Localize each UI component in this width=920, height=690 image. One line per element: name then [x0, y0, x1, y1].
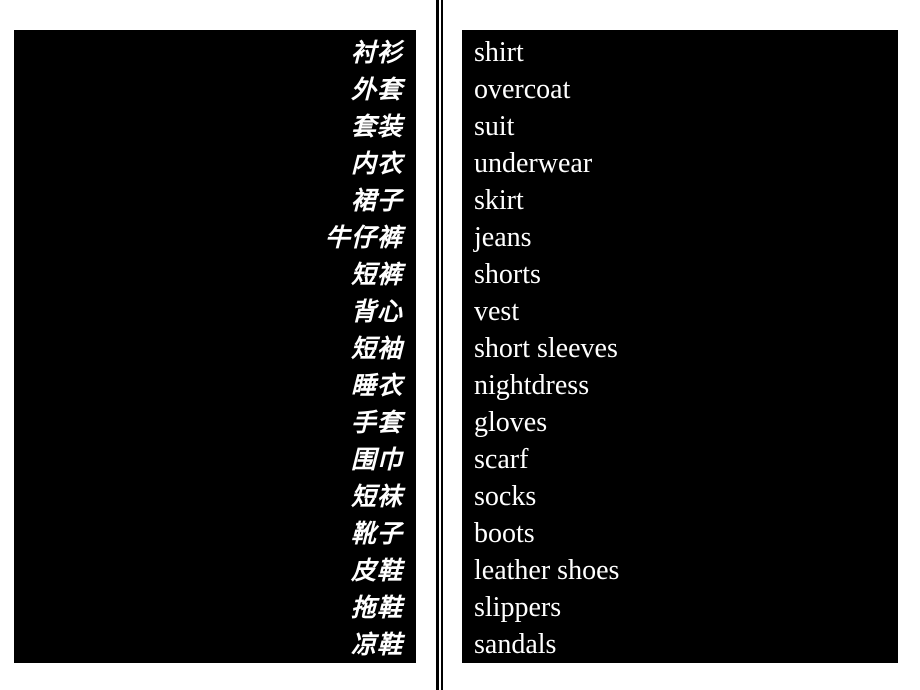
chinese-word-row: 短袖 — [350, 334, 403, 363]
chinese-word-row: 凉鞋 — [350, 630, 403, 659]
chinese-word-row: 裙子 — [350, 186, 403, 215]
chinese-word-row: 皮鞋 — [350, 556, 403, 585]
chinese-word-row: 套装 — [350, 112, 403, 141]
chinese-word-row: 内衣 — [350, 149, 403, 178]
chinese-word-row: 牛仔裤 — [324, 223, 403, 252]
chinese-word-row: 短裤 — [350, 260, 403, 289]
vocabulary-pair-view: 衬衫外套套装内衣裙子牛仔裤短裤背心短袖睡衣手套围巾短袜靴子皮鞋拖鞋凉鞋 shir… — [0, 0, 920, 690]
english-word-row: nightdress — [474, 370, 590, 401]
chinese-word-row: 外套 — [350, 75, 403, 104]
english-vocabulary-panel: shirt overcoat suit underwear skirt jeans shor… — [462, 30, 898, 663]
english-word-row: slippers — [474, 592, 562, 623]
english-word-row: overcoat — [474, 74, 571, 105]
divider-rule-thin — [441, 0, 443, 690]
english-word-row: vest — [474, 296, 520, 327]
chinese-word-row: 手套 — [350, 408, 403, 437]
english-word-row: shorts — [474, 259, 541, 290]
english-word-list: shirt overcoat suit underwear skirt jeans shor… — [462, 30, 898, 663]
english-word-row: socks — [474, 481, 537, 512]
panel-divider — [436, 0, 444, 690]
chinese-word-list: 衬衫外套套装内衣裙子牛仔裤短裤背心短袖睡衣手套围巾短袜靴子皮鞋拖鞋凉鞋 — [14, 30, 416, 663]
english-word-row: short sleeves — [474, 333, 618, 364]
english-word-row: suit — [474, 111, 515, 142]
english-word-row: underwear — [474, 148, 593, 179]
chinese-word-row: 睡衣 — [350, 371, 403, 400]
chinese-word-row: 背心 — [350, 297, 403, 326]
english-word-row: scarf — [474, 444, 529, 475]
chinese-word-row: 衬衫 — [350, 38, 403, 67]
chinese-word-row: 围巾 — [350, 445, 403, 474]
english-word-row: skirt — [474, 185, 524, 216]
chinese-word-row: 短袜 — [350, 482, 403, 511]
english-word-row: shirt — [474, 37, 524, 68]
english-word-row: sandals — [474, 629, 557, 660]
english-word-row: leather shoes — [474, 555, 620, 586]
chinese-word-row: 靴子 — [350, 519, 403, 548]
english-word-row: jeans — [474, 222, 532, 253]
chinese-vocabulary-panel: 衬衫外套套装内衣裙子牛仔裤短裤背心短袖睡衣手套围巾短袜靴子皮鞋拖鞋凉鞋 — [14, 30, 416, 663]
english-word-row: boots — [474, 518, 535, 549]
english-word-row: gloves — [474, 407, 548, 438]
chinese-word-row: 拖鞋 — [350, 593, 403, 622]
